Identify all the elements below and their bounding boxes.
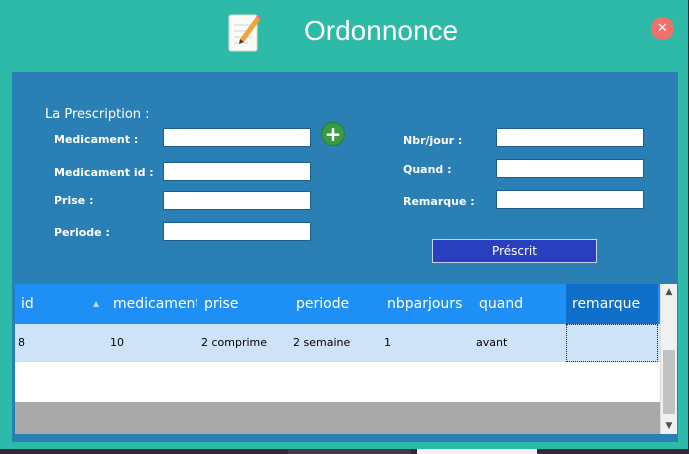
notepad-pencil-icon bbox=[228, 14, 261, 52]
background-strip-light bbox=[417, 449, 537, 454]
grid-header: id ▲ medicament prise periode nbparjours… bbox=[15, 284, 660, 324]
sort-ascending-icon: ▲ bbox=[93, 299, 100, 308]
background-strip bbox=[0, 449, 288, 454]
grid-empty-area bbox=[15, 362, 660, 402]
nbr-jour-input[interactable] bbox=[496, 128, 644, 147]
cell-medicament[interactable]: 10 bbox=[110, 324, 124, 362]
medicament-label: Medicament : bbox=[54, 133, 139, 146]
close-button[interactable]: ✕ bbox=[651, 17, 674, 40]
column-header-prise[interactable]: prise bbox=[204, 284, 288, 324]
column-header-quand[interactable]: quand bbox=[479, 284, 563, 324]
prescrire-button[interactable]: Préscrit bbox=[432, 239, 597, 263]
periode-input[interactable] bbox=[163, 222, 311, 241]
column-header-medicament[interactable]: medicament bbox=[113, 284, 197, 324]
remarque-label: Remarque : bbox=[403, 195, 475, 208]
cell-quand[interactable]: avant bbox=[476, 324, 507, 362]
add-medicament-button[interactable]: + bbox=[321, 122, 345, 146]
medicament-id-input[interactable] bbox=[163, 162, 311, 181]
vertical-scrollbar[interactable]: ▲ ▼ bbox=[660, 284, 677, 434]
grid-footer bbox=[15, 402, 660, 434]
window-title: Ordonnonce bbox=[304, 15, 459, 46]
prise-input[interactable] bbox=[163, 191, 311, 210]
cell-prise[interactable]: 2 comprime bbox=[201, 324, 267, 362]
quand-label: Quand : bbox=[403, 163, 452, 176]
nbr-jour-label: Nbr/jour : bbox=[403, 134, 463, 147]
scroll-up-icon[interactable]: ▲ bbox=[661, 284, 677, 300]
prescription-grid: id ▲ medicament prise periode nbparjours… bbox=[15, 284, 677, 434]
medicament-id-label: Medicament id : bbox=[54, 166, 154, 179]
column-header-nbparjours[interactable]: nbparjours bbox=[387, 284, 471, 324]
cell-periode[interactable]: 2 semaine bbox=[293, 324, 350, 362]
scrollbar-thumb[interactable] bbox=[663, 350, 675, 414]
prescription-window: Ordonnonce ✕ La Prescription : Medicamen… bbox=[0, 0, 688, 449]
cell-remarque[interactable] bbox=[566, 324, 658, 362]
medicament-input[interactable] bbox=[163, 128, 311, 147]
quand-input[interactable] bbox=[496, 159, 644, 178]
column-header-periode[interactable]: periode bbox=[296, 284, 380, 324]
column-header-remarque[interactable]: remarque bbox=[566, 284, 658, 324]
prescription-panel: La Prescription : Medicament : + Medicam… bbox=[12, 72, 678, 442]
table-row[interactable]: 8 10 2 comprime 2 semaine 1 avant bbox=[15, 324, 660, 362]
cell-nbparjours[interactable]: 1 bbox=[384, 324, 391, 362]
scroll-down-icon[interactable]: ▼ bbox=[661, 418, 677, 434]
remarque-input[interactable] bbox=[496, 190, 644, 209]
periode-label: Periode : bbox=[54, 226, 110, 239]
prise-label: Prise : bbox=[54, 194, 94, 207]
cell-id[interactable]: 8 bbox=[18, 324, 25, 362]
background-strip-mid bbox=[288, 449, 411, 454]
section-label: La Prescription : bbox=[45, 107, 150, 122]
